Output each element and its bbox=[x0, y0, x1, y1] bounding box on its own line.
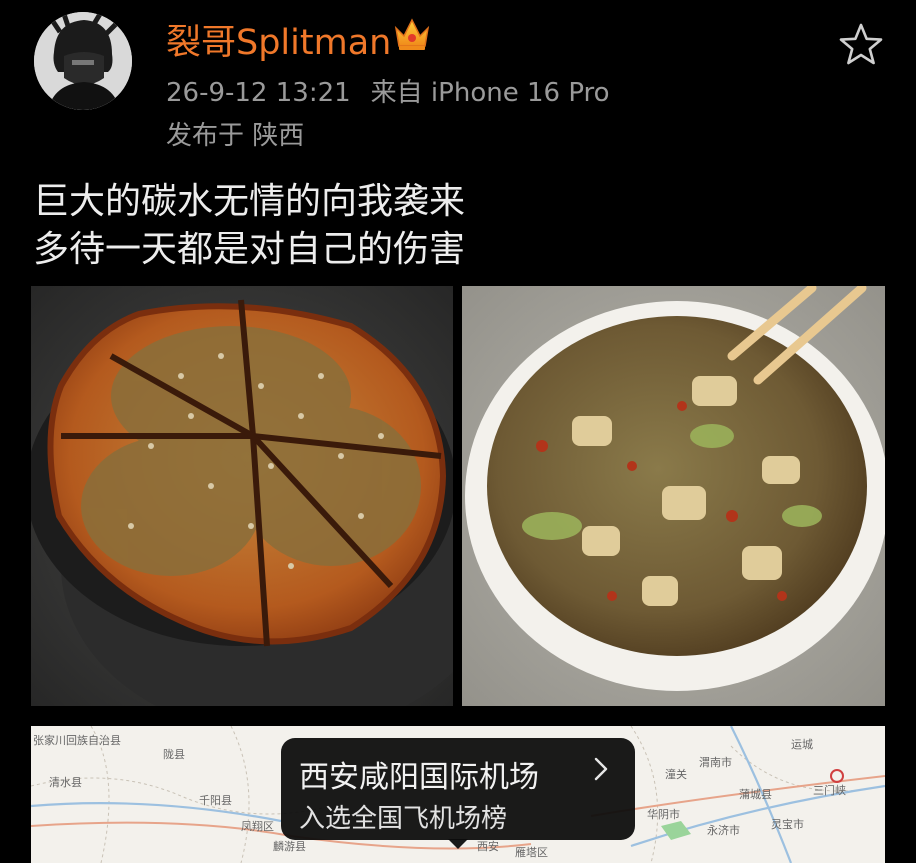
post-text: 巨大的碳水无情的向我袭来 多待一天都是对自己的伤害 bbox=[33, 178, 465, 274]
poi-card-pointer bbox=[448, 839, 468, 849]
map-label: 凤翔区 bbox=[241, 820, 274, 833]
map-label: 三门峡 bbox=[813, 784, 846, 797]
post-location: 发布于 陕西 bbox=[166, 121, 305, 151]
map-label: 蒲城县 bbox=[739, 788, 772, 801]
poi-subtitle: 入选全国飞机场榜 bbox=[299, 804, 508, 834]
username[interactable]: 裂哥Splitman bbox=[166, 14, 391, 65]
photo-noodle-soup[interactable] bbox=[462, 286, 885, 706]
crown-icon bbox=[394, 18, 430, 50]
map-label: 张家川回族自治县 bbox=[33, 734, 121, 747]
map-label: 陇县 bbox=[163, 748, 185, 761]
avatar-image bbox=[34, 12, 132, 110]
map-label: 雁塔区 bbox=[515, 846, 548, 859]
chevron-right-icon bbox=[594, 757, 608, 781]
post-meta: 26-9-12 13:21 来自 iPhone 16 Pro bbox=[166, 72, 610, 109]
map-label: 千阳县 bbox=[199, 794, 232, 807]
map-label: 西安 bbox=[477, 840, 499, 853]
flatbread-image bbox=[31, 286, 453, 706]
map-label: 潼关 bbox=[665, 768, 687, 781]
map-label: 渭南市 bbox=[699, 756, 732, 769]
map-label: 麟游县 bbox=[273, 840, 306, 853]
map-label: 运城 bbox=[791, 738, 813, 751]
poi-card[interactable]: 西安咸阳国际机场 入选全国飞机场榜 bbox=[281, 738, 635, 849]
noodle-soup-image bbox=[462, 286, 885, 706]
post-text-line-1: 巨大的碳水无情的向我袭来 bbox=[33, 181, 466, 222]
map-label: 永济市 bbox=[707, 824, 740, 837]
map-label: 灵宝市 bbox=[771, 818, 804, 831]
map-label: 华阴市 bbox=[647, 808, 680, 821]
map-label: 清水县 bbox=[49, 776, 82, 789]
timestamp: 26-9-12 13:21 bbox=[166, 78, 351, 108]
device-source: 来自 iPhone 16 Pro bbox=[370, 78, 610, 108]
poi-title: 西安咸阳国际机场 bbox=[299, 760, 539, 795]
photo-flatbread[interactable] bbox=[31, 286, 453, 706]
star-icon[interactable] bbox=[838, 22, 884, 66]
post-text-line-2: 多待一天都是对自己的伤害 bbox=[33, 229, 466, 270]
avatar[interactable] bbox=[34, 12, 132, 110]
